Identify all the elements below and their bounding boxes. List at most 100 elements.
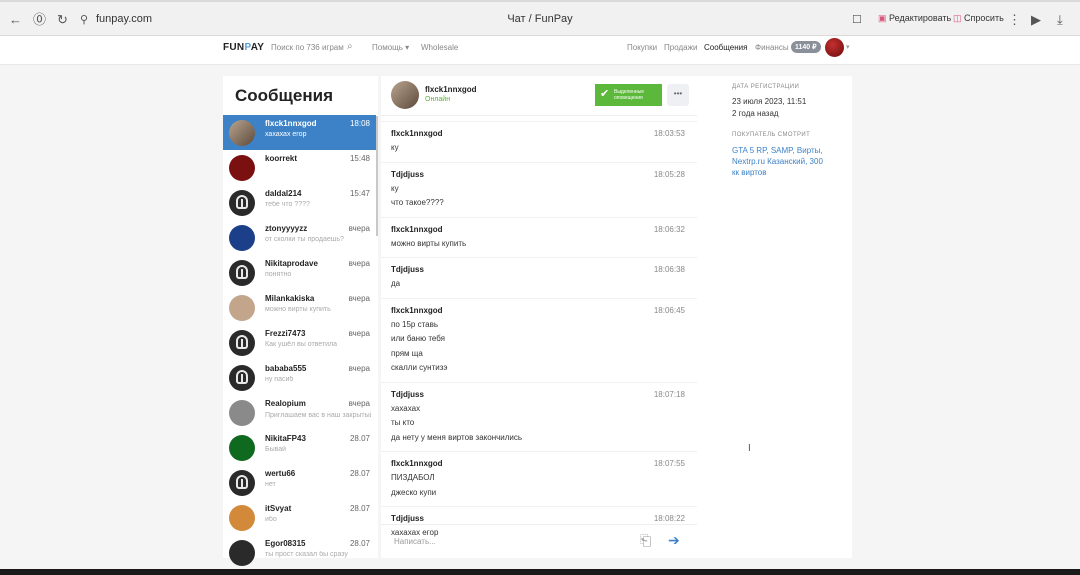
- conversation-item[interactable]: koorrekt 15:48: [223, 150, 376, 185]
- search-input[interactable]: Поиск по 736 играм: [271, 43, 344, 52]
- attach-icon[interactable]: ⎗: [640, 532, 651, 549]
- scrollbar[interactable]: [376, 116, 378, 236]
- user-avatar[interactable]: [825, 38, 844, 57]
- contact-name: itSvyat: [265, 504, 292, 513]
- text-cursor-icon: I: [748, 443, 751, 454]
- contact-preview: ибо: [265, 516, 277, 523]
- more-button[interactable]: •••: [667, 84, 689, 106]
- message-text: прям ща: [391, 348, 423, 358]
- conversation-item[interactable]: Milankakiska вчера можно вирты купить: [223, 290, 376, 325]
- message-author[interactable]: Tdjdjuss: [391, 170, 424, 179]
- message-text: что такое????: [391, 198, 444, 207]
- conversation-item[interactable]: Egor08315 28.07 ты прост сказал бы сразу: [223, 535, 376, 570]
- message-author[interactable]: flxck1nnxgod: [391, 306, 443, 315]
- message-input[interactable]: Написать...: [394, 537, 436, 546]
- contact-name: Realopium: [265, 399, 306, 408]
- funpay-logo[interactable]: FUNPAY: [223, 42, 264, 53]
- contact-avatar: [229, 435, 255, 461]
- media-icon[interactable]: ▶: [1031, 12, 1041, 28]
- conversation-item[interactable]: Nikitaprodave вчера понятно: [223, 255, 376, 290]
- contact-time: вчера: [348, 224, 370, 233]
- ask-button[interactable]: ◫ Спросить: [953, 13, 1004, 24]
- contact-preview: понятно: [265, 271, 292, 278]
- bookmark-icon[interactable]: ☐: [852, 12, 862, 28]
- conversation-item[interactable]: flxck1nnxgod 18:08 хахахах егор: [223, 115, 376, 150]
- contact-time: 15:48: [349, 154, 370, 163]
- download-icon[interactable]: ⤓: [1057, 12, 1063, 28]
- page: FUNPAY Поиск по 736 играм ⌕ Помощь ▾ Who…: [0, 36, 1080, 569]
- contact-time: вчера: [348, 259, 370, 268]
- nav-wholesale[interactable]: Wholesale: [421, 43, 458, 52]
- message-time: 18:03:53: [653, 129, 685, 138]
- back-icon[interactable]: ←: [9, 12, 22, 28]
- message-time: 18:07:18: [653, 389, 685, 399]
- notify-button[interactable]: ✔ Выделенные оповещения: [595, 84, 662, 106]
- message-text: по 15р ставь: [391, 319, 439, 329]
- conversation-item[interactable]: bababa555 вчера ну пасиб: [223, 360, 376, 395]
- balance-badge[interactable]: 1140 ₽: [791, 41, 821, 53]
- nav-sales[interactable]: Продажи: [664, 43, 697, 52]
- contact-avatar: [229, 400, 255, 426]
- contact-preview: от сколки ты продаешь?: [265, 236, 344, 243]
- contact-avatar: [229, 260, 255, 286]
- message-time: 18:06:45: [653, 305, 685, 315]
- viewing-link[interactable]: GTA 5 RP, SAMP, Вирты, Nextrp.ru Казанск…: [732, 145, 828, 178]
- message-group: Tdjdjuss 18:07:18 хахахах ты кто да нету у м…: [381, 381, 697, 446]
- conversation-item[interactable]: itSvyat 28.07 ибо: [223, 500, 376, 535]
- conversation-item[interactable]: NikitaFP43 28.07 Бывай: [223, 430, 376, 465]
- shield-icon[interactable]: ⓪: [33, 12, 46, 28]
- conversation-item[interactable]: wertu66 28.07 нет: [223, 465, 376, 500]
- nav-purchases[interactable]: Покупки: [627, 43, 657, 52]
- conversation-item[interactable]: ztonyyyyzz вчера от сколки ты продаешь?: [223, 220, 376, 255]
- contact-avatar: [229, 155, 255, 181]
- address-bar[interactable]: funpay.com: [96, 13, 152, 25]
- message-text: хахахах: [391, 403, 421, 413]
- contact-avatar: [229, 225, 255, 251]
- conversation-item[interactable]: daldal214 15:47 тебе что ????: [223, 185, 376, 220]
- send-icon[interactable]: ➔: [668, 532, 680, 549]
- nav-messages[interactable]: Сообщения: [704, 43, 747, 52]
- message-text: скалли сунтизэ: [391, 363, 448, 372]
- contact-preview: Бывай: [265, 446, 287, 453]
- contact-time: 15:47: [349, 189, 370, 198]
- message-text: ку: [391, 183, 399, 193]
- message-text: да: [391, 279, 401, 288]
- message-text: или баню тебя: [391, 334, 445, 343]
- partner-avatar[interactable]: [391, 81, 419, 109]
- site-info-icon[interactable]: ⚲: [80, 12, 88, 28]
- taskbar: [0, 569, 1080, 575]
- search-icon[interactable]: ⌕: [347, 41, 353, 52]
- message-text: да нету у меня виртов закончились: [391, 432, 523, 442]
- message-author[interactable]: Tdjdjuss: [391, 390, 424, 399]
- partner-name[interactable]: flxck1nnxgod: [425, 85, 477, 94]
- menu-icon[interactable]: ⋮: [1008, 12, 1021, 28]
- message-group: flxck1nnxgod 18:03:53 ку: [381, 121, 697, 156]
- contact-name: Milankakiska: [265, 294, 315, 303]
- message-author[interactable]: Tdjdjuss: [391, 514, 424, 523]
- contact-time: 28.07: [349, 504, 370, 513]
- conversation-item[interactable]: Realopium вчера Приглашаем вас в наш закры…: [223, 395, 376, 430]
- contact-avatar: [229, 120, 255, 146]
- contact-time: 28.07: [349, 539, 370, 548]
- chevron-down-icon[interactable]: ▾: [846, 43, 850, 51]
- viewing-label: ПОКУПАТЕЛЬ СМОТРИТ: [732, 132, 811, 138]
- contact-avatar: [229, 365, 255, 391]
- message-author[interactable]: flxck1nnxgod: [391, 459, 443, 468]
- edit-button[interactable]: ▣ Редактировать: [878, 13, 951, 24]
- message-author[interactable]: Tdjdjuss: [391, 265, 424, 274]
- nav-finance[interactable]: Финансы: [755, 43, 789, 52]
- contact-name: Egor08315: [265, 539, 306, 548]
- contact-avatar: [229, 505, 255, 531]
- message-time: 18:07:55: [653, 459, 685, 468]
- nav-help[interactable]: Помощь ▾: [372, 43, 409, 52]
- conversation-item[interactable]: Frezzi7473 вчера Как ушёл вы ответила: [223, 325, 376, 360]
- contact-avatar: [229, 540, 255, 566]
- reload-icon[interactable]: ↻: [57, 12, 68, 28]
- contact-avatar: [229, 330, 255, 356]
- contact-time: 28.07: [349, 434, 370, 443]
- message-author[interactable]: flxck1nnxgod: [391, 225, 443, 234]
- contact-name: koorrekt: [265, 154, 298, 163]
- message-author[interactable]: flxck1nnxgod: [391, 129, 443, 138]
- conversation-list: Сообщения flxck1nnxgod 18:08 хахахах егор k…: [223, 76, 378, 566]
- page-title: Сообщения: [235, 86, 333, 105]
